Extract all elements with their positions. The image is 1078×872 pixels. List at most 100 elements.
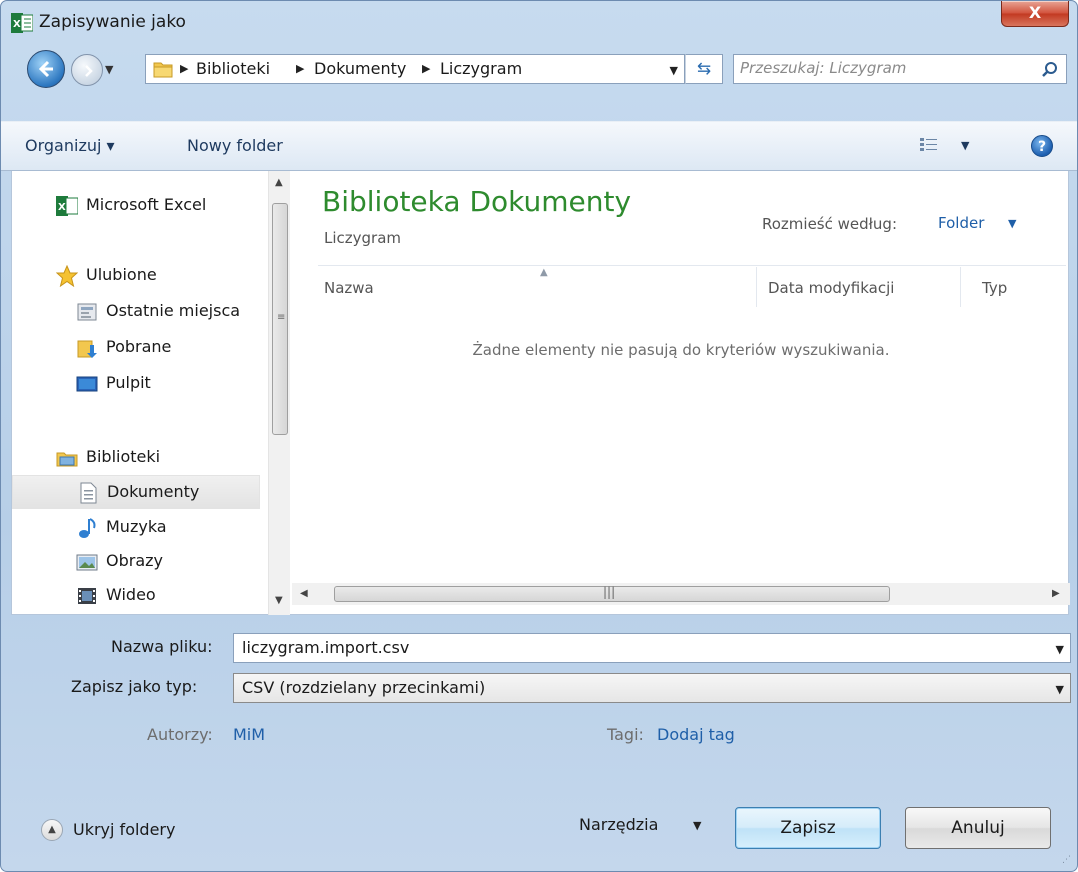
close-button[interactable]: X (1001, 1, 1069, 27)
documents-icon (80, 482, 97, 504)
search-box[interactable] (733, 54, 1067, 84)
music-icon (79, 518, 96, 538)
hide-folders-label: Ukryj foldery (73, 820, 176, 839)
horizontal-scroll-thumb[interactable]: ||| (334, 585, 890, 602)
views-icon[interactable] (919, 136, 939, 154)
chevron-down-icon[interactable]: ▼ (693, 819, 701, 832)
arrange-by-label: Rozmieść według: (762, 215, 897, 233)
horizontal-scrollbar[interactable]: ◀ ||| ▶ (292, 583, 1070, 605)
chevron-up-icon: ▲ (41, 819, 63, 841)
svg-text:X: X (58, 202, 66, 213)
breadcrumb-separator-icon[interactable]: ▶ (296, 62, 304, 75)
cancel-button[interactable]: Anuluj (905, 807, 1051, 849)
downloads-icon (77, 340, 97, 358)
nav-item-label: Dokumenty (107, 482, 200, 501)
nav-item-label: Muzyka (106, 517, 167, 536)
search-icon (1042, 62, 1057, 77)
nav-item-ostatnie-miejsca[interactable]: Ostatnie miejsca (12, 295, 260, 329)
nav-item-dokumenty[interactable]: Dokumenty (12, 475, 260, 509)
filename-input[interactable] (242, 638, 1022, 657)
command-bar: Organizuj ▾ Nowy folder ▼ ? (1, 121, 1077, 171)
svg-text:X: X (13, 19, 21, 30)
arrow-left-icon (38, 60, 53, 78)
pictures-icon (76, 554, 98, 571)
organize-button[interactable]: Organizuj ▾ (25, 136, 115, 155)
back-button[interactable] (27, 50, 65, 88)
nav-item-label: Obrazy (106, 551, 163, 570)
nav-scroll-thumb[interactable]: ≡ (272, 203, 288, 435)
window-title: Zapisywanie jako (39, 12, 186, 32)
chevron-down-icon[interactable]: ▼ (1008, 217, 1016, 230)
address-bar[interactable]: ▶ Biblioteki ▶ Dokumenty ▶ Liczygram ▼ (145, 54, 685, 84)
chevron-down-icon[interactable]: ▼ (1056, 643, 1064, 656)
nav-item-pulpit[interactable]: Pulpit (12, 367, 260, 401)
nav-item-label: Pulpit (106, 373, 151, 392)
title-bar[interactable]: X Zapisywanie jako X (1, 1, 1077, 45)
folder-icon (153, 62, 173, 78)
history-dropdown-icon[interactable]: ▼ (105, 63, 113, 76)
nav-item-ulubione[interactable]: Ulubione (12, 259, 260, 293)
filename-field[interactable]: ▼ (233, 633, 1071, 663)
excel-icon: X (56, 196, 78, 216)
nav-item-label: Ulubione (86, 265, 157, 284)
filetype-select[interactable]: CSV (rozdzielany przecinkami) ▼ (233, 673, 1071, 703)
breadcrumb-dokumenty[interactable]: Dokumenty (314, 59, 406, 78)
chevron-down-icon[interactable]: ▼ (1056, 683, 1064, 696)
desktop-icon (76, 376, 98, 392)
save-as-dialog: X Zapisywanie jako X ▼ ▶ Biblioteki ▶ Do… (0, 0, 1078, 872)
chevron-down-icon[interactable]: ▼ (670, 64, 678, 77)
filetype-value: CSV (rozdzielany przecinkami) (242, 678, 486, 697)
nav-item-label: Wideo (106, 585, 156, 604)
arrow-right-icon (85, 65, 93, 77)
column-divider[interactable] (756, 267, 757, 307)
nav-item-biblioteki[interactable]: Biblioteki (12, 441, 260, 475)
column-header-date-modified[interactable]: Data modyfikacji (768, 279, 894, 297)
scroll-up-icon[interactable]: ▲ (275, 177, 283, 188)
refresh-icon: ⇆ (696, 59, 712, 79)
save-button[interactable]: Zapisz (735, 807, 881, 849)
scroll-left-icon[interactable]: ◀ (300, 588, 308, 599)
breadcrumb-separator-icon[interactable]: ▶ (180, 62, 188, 75)
grip-icon: ||| (603, 585, 616, 599)
nav-item-label: Ostatnie miejsca (106, 301, 241, 320)
grip-icon: ≡ (277, 312, 286, 323)
nav-item-wideo[interactable]: Wideo (12, 579, 260, 613)
authors-link[interactable]: MiM (233, 725, 265, 744)
scroll-down-icon[interactable]: ▼ (275, 595, 283, 606)
search-input[interactable] (740, 59, 1030, 77)
column-header-name[interactable]: Nazwa (324, 279, 374, 297)
nav-item-pobrane[interactable]: Pobrane (12, 331, 260, 365)
nav-item-label: Pobrane (106, 337, 172, 356)
scroll-right-icon[interactable]: ▶ (1052, 588, 1060, 599)
content-pane: Biblioteka Dokumenty Liczygram Rozmieść … (292, 171, 1070, 615)
refresh-button[interactable]: ⇆ (685, 54, 723, 84)
nav-item-muzyka[interactable]: Muzyka (12, 511, 260, 545)
help-icon[interactable]: ? (1031, 135, 1053, 157)
tags-label: Tagi: (607, 725, 644, 744)
breadcrumb-liczygram[interactable]: Liczygram (440, 59, 522, 78)
star-icon (56, 265, 78, 287)
breadcrumb-biblioteki[interactable]: Biblioteki (196, 59, 270, 78)
arrange-by-dropdown[interactable]: Folder (938, 214, 984, 232)
authors-label: Autorzy: (147, 725, 213, 744)
forward-button[interactable] (71, 54, 103, 86)
resize-grip-icon[interactable]: ⋰ (1062, 855, 1071, 865)
excel-icon: X (11, 13, 33, 33)
column-divider[interactable] (960, 267, 961, 307)
nav-item-microsoft-excel[interactable]: X Microsoft Excel (12, 189, 260, 223)
nav-scrollbar[interactable]: ▲ ≡ ▼ (268, 171, 290, 615)
column-header-type[interactable]: Typ (982, 279, 1007, 297)
filetype-label: Zapisz jako typ: (71, 677, 198, 696)
library-subtitle: Liczygram (324, 229, 402, 247)
nav-item-label: Biblioteki (86, 447, 161, 466)
nav-item-label: Microsoft Excel (86, 195, 207, 214)
tools-button[interactable]: Narzędzia (579, 815, 658, 834)
nav-item-obrazy[interactable]: Obrazy (12, 545, 260, 579)
new-folder-button[interactable]: Nowy folder (187, 136, 283, 155)
add-tag-link[interactable]: Dodaj tag (657, 725, 735, 744)
views-dropdown-icon[interactable]: ▼ (961, 139, 969, 152)
video-icon (78, 588, 96, 604)
sort-ascending-icon: ▲ (540, 267, 548, 278)
breadcrumb-separator-icon[interactable]: ▶ (422, 62, 430, 75)
empty-results-message: Żadne elementy nie pasują do kryteriów w… (472, 341, 890, 359)
